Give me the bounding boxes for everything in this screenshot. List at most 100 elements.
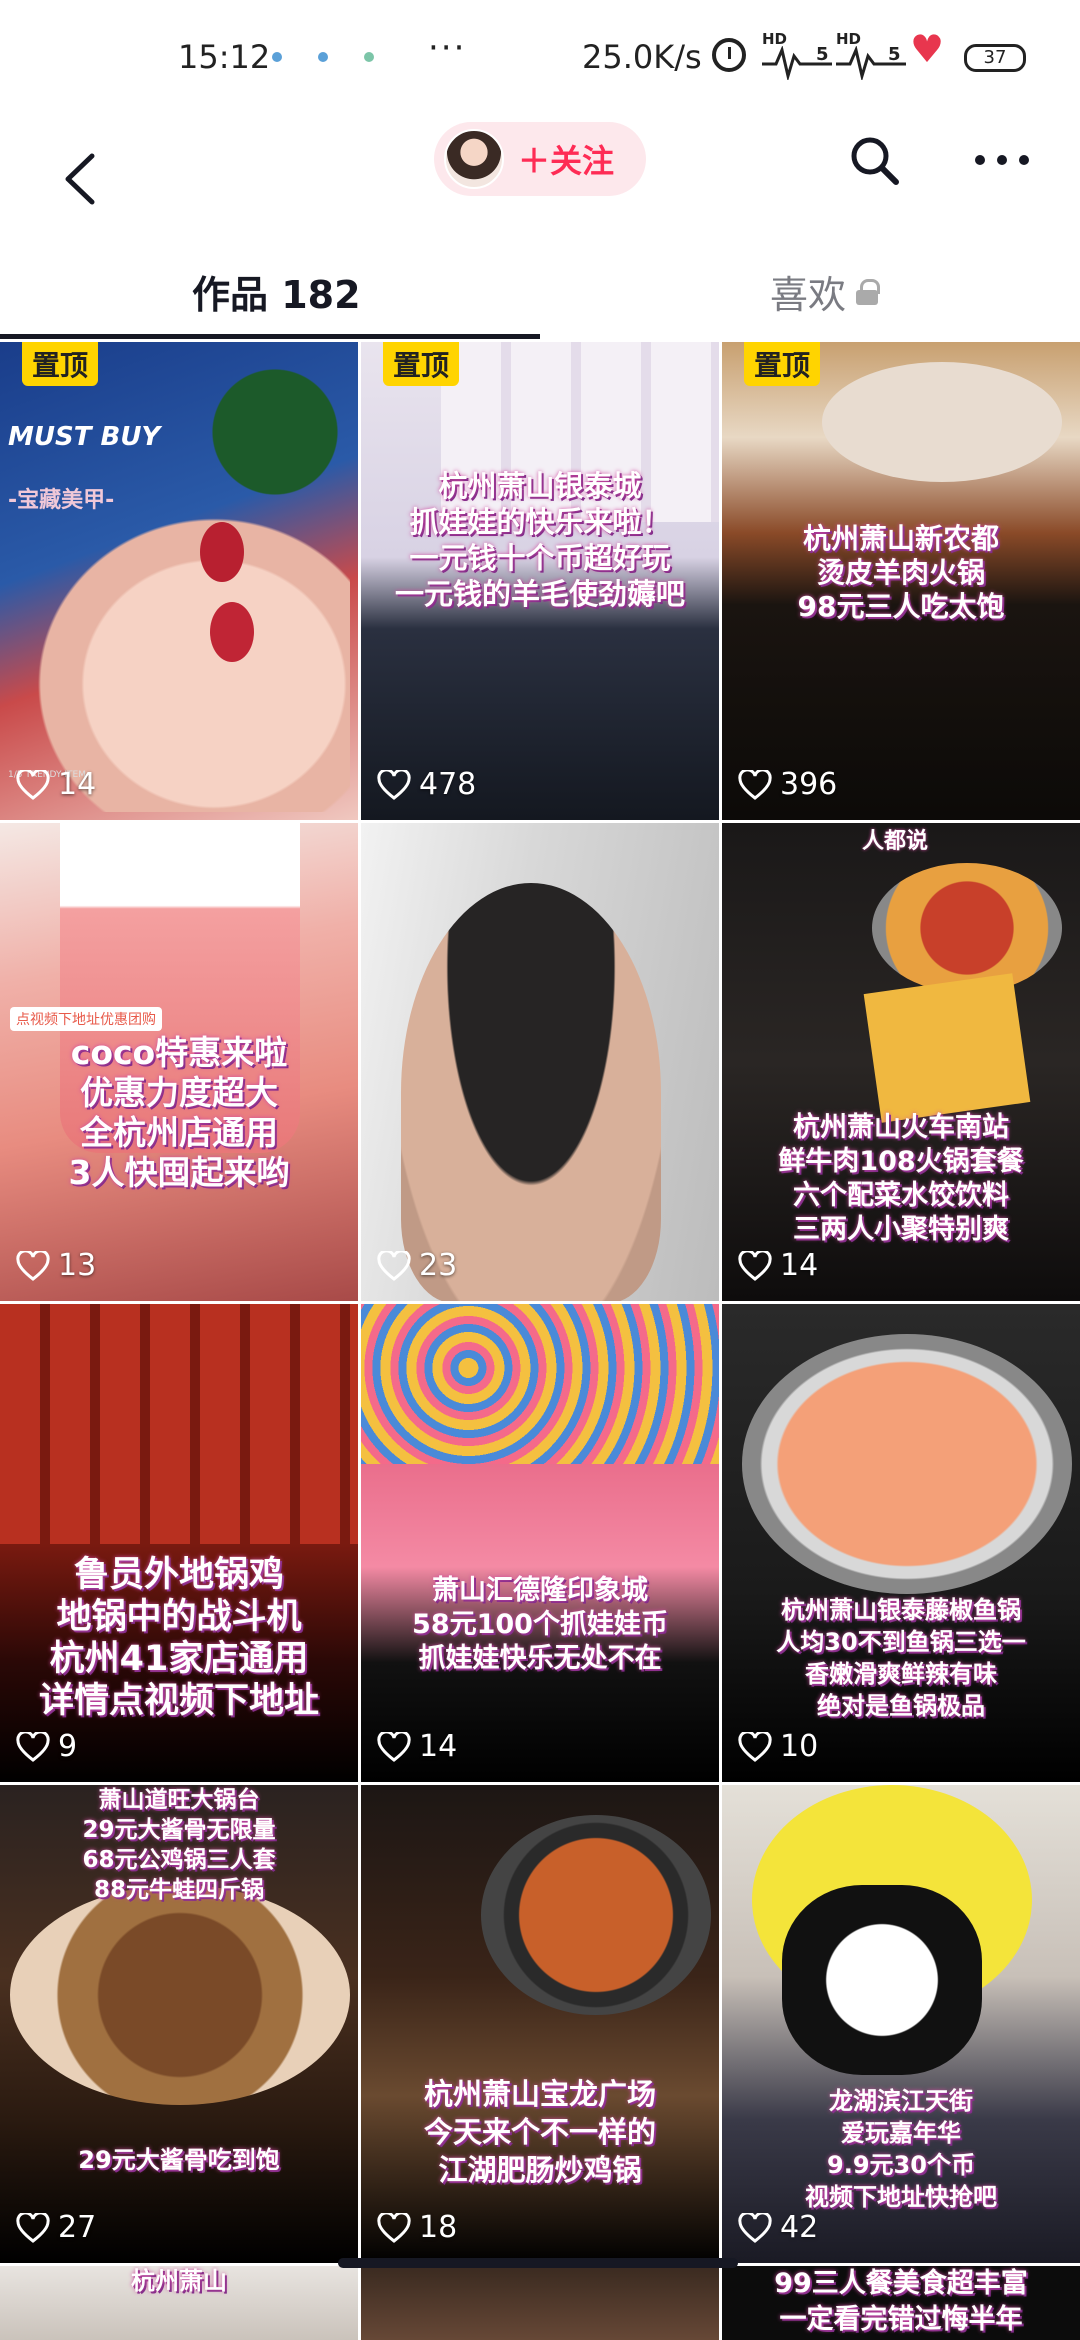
tile-caption: 杭州萧山银泰城 抓娃娃的快乐来啦！ 一元钱十个币超好玩 一元钱的羊毛使劲薅吧 <box>394 469 685 611</box>
tile-banner: MUST BUY <box>8 422 161 452</box>
heart-icon <box>377 769 411 800</box>
tile-caption-top: 萧山道旺大锅台 29元大酱骨无限量 68元公鸡锅三人套 88元牛蛙四斤锅 <box>82 1787 276 1903</box>
like-count: 14 <box>377 1729 457 1764</box>
video-tile[interactable]: 杭州萧山 <box>0 2266 358 2340</box>
search-icon[interactable] <box>846 132 902 188</box>
video-tile[interactable]: 萧山道旺大锅台 29元大酱骨无限量 68元公鸡锅三人套 88元牛蛙四斤锅 29元… <box>0 1785 358 2263</box>
like-count: 23 <box>377 1248 457 1283</box>
pinned-badge: 置顶 <box>744 342 821 386</box>
nail-image <box>200 522 244 582</box>
battery-indicator: 37 <box>964 44 1026 72</box>
cloud-notification-icon <box>364 52 374 62</box>
like-count-value: 478 <box>419 767 477 802</box>
hotpot-image <box>872 863 1062 993</box>
video-tile[interactable]: 置顶 MUST BUY -宝藏美甲- 1/5 TRENDY ITEM 14 <box>0 342 358 820</box>
profile-tabs: 作品 182 喜欢 <box>0 240 1080 340</box>
like-count-value: 13 <box>58 1248 97 1283</box>
tile-caption: 杭州萧山火车南站 鲜牛肉108火锅套餐 六个配菜水饺饮料 三两人小聚特别爽 <box>778 1112 1024 1245</box>
heart-icon <box>738 2212 772 2243</box>
video-tile[interactable] <box>361 2266 719 2340</box>
status-bar: 15:12 ··· 25.0K/s HD 5 HD 5 ♥ 37 <box>0 0 1080 120</box>
video-tile[interactable]: 龙湖滨江天街 爱玩嘉年华 9.9元30个币 视频下地址快抢吧 42 <box>722 1785 1080 2263</box>
video-tile[interactable]: 杭州萧山宝龙广场 今天来个不一样的 江湖肥肠炒鸡锅 18 <box>361 1785 719 2263</box>
chicken-pot-image <box>10 1885 350 2105</box>
tab-likes[interactable]: 喜欢 <box>770 264 881 319</box>
tile-caption: 杭州萧山新农都 烫皮羊肉火锅 98元三人吃太饱 <box>797 522 1005 623</box>
status-more-icon: ··· <box>428 28 467 68</box>
fish-pot-image <box>742 1334 1072 1594</box>
nail-image <box>210 602 254 662</box>
network-speed: 25.0K/s <box>582 38 702 76</box>
like-count-value: 14 <box>780 1248 819 1283</box>
like-count: 13 <box>16 1248 96 1283</box>
video-tile[interactable]: 23 <box>361 823 719 1301</box>
like-count-value: 14 <box>419 1729 458 1764</box>
like-count: 42 <box>738 2210 818 2245</box>
shield-notification-icon <box>272 52 282 62</box>
like-count-value: 14 <box>58 767 97 802</box>
heart-icon <box>738 1731 772 1762</box>
pinned-badge: 置顶 <box>22 342 99 386</box>
like-count-value: 9 <box>58 1729 78 1764</box>
heart-icon <box>738 1250 772 1281</box>
chevron-left-icon[interactable] <box>48 142 118 212</box>
tile-caption: 杭州萧山银泰藤椒鱼锅 人均30不到鱼锅三选一 香嫩滑爽鲜辣有味 绝对是鱼锅极品 <box>776 1596 1026 1720</box>
signal-1-strength: 5 <box>816 44 829 65</box>
toys-image <box>361 1304 719 1464</box>
heart-icon <box>16 1250 50 1281</box>
hand-image <box>10 492 350 812</box>
home-indicator[interactable] <box>338 2258 738 2268</box>
tile-caption: 29元大酱骨吃到饱 <box>78 2146 280 2174</box>
tile-caption: 99三人餐美食超丰富 一定看完错过悔半年 <box>774 2268 1028 2335</box>
tile-caption: coco特惠来啦 优惠力度超大 全杭州店通用 3人快囤起来哟 <box>68 1033 290 1192</box>
like-count: 396 <box>738 767 837 802</box>
video-tile[interactable]: 人都说 杭州萧山火车南站 鲜牛肉108火锅套餐 六个配菜水饺饮料 三两人小聚特别… <box>722 823 1080 1301</box>
heart-status-icon: ♥ <box>910 27 945 71</box>
tab-likes-label: 喜欢 <box>770 273 847 317</box>
like-count: 27 <box>16 2210 96 2245</box>
signal-2-strength: 5 <box>888 44 901 65</box>
follow-button[interactable]: ＋关注 <box>434 122 646 196</box>
video-tile[interactable]: 萧山汇德隆印象城 58元100个抓娃娃币 抓娃娃快乐无处不在 14 <box>361 1304 719 1782</box>
video-tile[interactable]: 置顶 杭州萧山银泰城 抓娃娃的快乐来啦！ 一元钱十个币超好玩 一元钱的羊毛使劲薅… <box>361 342 719 820</box>
heart-icon <box>377 2212 411 2243</box>
video-tile[interactable]: 点视频下地址优惠团购 coco特惠来啦 优惠力度超大 全杭州店通用 3人快囤起来… <box>0 823 358 1301</box>
notification-icons <box>272 52 374 62</box>
like-count-value: 10 <box>780 1729 819 1764</box>
like-count: 9 <box>16 1729 77 1764</box>
intestine-pot-image <box>481 1815 711 2015</box>
profile-nav-bar: ＋关注 <box>0 120 1080 240</box>
tile-top-tag: 人都说 <box>862 829 929 854</box>
app-notification-icon <box>318 52 328 62</box>
like-count-value: 396 <box>780 767 838 802</box>
video-tile[interactable]: 鲁员外地锅鸡 地锅中的战斗机 杭州41家店通用 详情点视频下地址 9 <box>0 1304 358 1782</box>
person-image <box>401 883 661 1301</box>
tile-small-tag: 点视频下地址优惠团购 <box>10 1007 162 1031</box>
tab-works[interactable]: 作品 182 <box>192 264 361 319</box>
heart-icon <box>738 769 772 800</box>
video-tile[interactable]: 杭州萧山银泰藤椒鱼锅 人均30不到鱼锅三选一 香嫩滑爽鲜辣有味 绝对是鱼锅极品 … <box>722 1304 1080 1782</box>
alarm-icon <box>712 38 746 72</box>
like-count: 14 <box>16 767 96 802</box>
tile-caption: 龙湖滨江天街 爱玩嘉年华 9.9元30个币 视频下地址快抢吧 <box>805 2087 997 2211</box>
tile-caption: 杭州萧山宝龙广场 今天来个不一样的 江湖肥肠炒鸡锅 <box>423 2077 656 2187</box>
tile-caption: 鲁员外地锅鸡 地锅中的战斗机 杭州41家店通用 详情点视频下地址 <box>38 1555 319 1721</box>
like-count-value: 18 <box>419 2210 458 2245</box>
avatar[interactable] <box>444 129 504 189</box>
tile-caption: 萧山汇德隆印象城 58元100个抓娃娃币 抓娃娃快乐无处不在 <box>412 1575 668 1674</box>
like-count: 10 <box>738 1729 818 1764</box>
like-count-value: 23 <box>419 1248 458 1283</box>
heart-icon <box>377 1731 411 1762</box>
tab-indicator <box>0 334 540 339</box>
video-tile[interactable]: 置顶 杭州萧山新农都 烫皮羊肉火锅 98元三人吃太饱 396 <box>722 342 1080 820</box>
restaurant-image <box>0 1304 358 1544</box>
status-time: 15:12 <box>178 38 271 76</box>
like-count-value: 42 <box>780 2210 819 2245</box>
tofu-skin-image <box>863 973 1031 1123</box>
hotpot-image <box>822 362 1062 482</box>
more-dots-icon[interactable] <box>972 148 1032 172</box>
video-tile[interactable]: 99三人餐美食超丰富 一定看完错过悔半年 <box>722 2266 1080 2340</box>
lock-icon <box>856 278 881 305</box>
pinned-badge: 置顶 <box>383 342 460 386</box>
like-count: 478 <box>377 767 476 802</box>
